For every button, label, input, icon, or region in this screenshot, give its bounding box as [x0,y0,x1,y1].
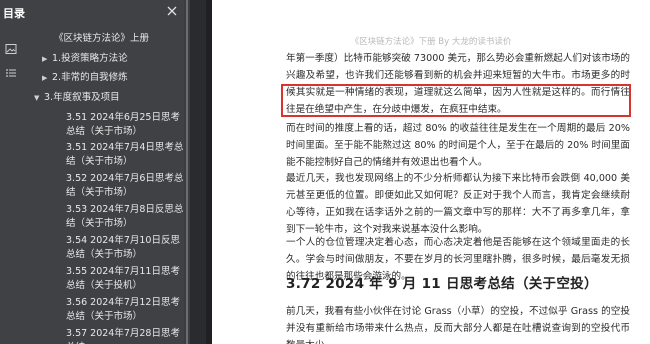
toc-item-chapter-1[interactable]: ▶ 1.投资策略方法论 [42,52,128,66]
paragraph: 而在时间的推度上看的话，超过 80% 的收益往往是发生在一个周期的最后 20% … [286,123,630,168]
toc-item-label: 3.57 2024年7月28日思考总结 [66,328,180,344]
highlight-box [281,84,631,117]
list-icon[interactable] [5,64,17,77]
sidebar-title: 目录 [3,7,25,20]
toc-item-3-55[interactable]: 3.55 2024年7月11日思考总结（关于投机） [66,265,184,293]
toc-item-label: 3.53 2024年7月8日反思总结（关于市场） [66,204,184,229]
toc-sidebar: 目录 《区块链方法论》上册 ▶ 1.投资策略方法论 ▶ 2.非常的自我修炼 ▼ 3.年… [0,0,212,344]
running-header: 《区块链方法论》下册 By 大龙的读书读价 [350,37,512,47]
sidebar-scrollbar-thumb[interactable] [186,0,188,344]
close-icon[interactable] [164,3,180,19]
expand-arrow-icon[interactable]: ▶ [42,71,52,85]
paragraph: 前几天，我看有些小伙伴在讨论 Grass（小草）的空投，不过似乎 Grass 的… [286,306,630,344]
toc-item-book-title[interactable]: 《区块链方法论》上册 [54,32,149,46]
toc-item-3-52[interactable]: 3.52 2024年7月6日思考总结（关于市场） [66,172,184,200]
toc-item-3-51-b[interactable]: 3.51 2024年7月4日思考总结（关于市场） [66,141,184,169]
toc-item-chapter-2[interactable]: ▶ 2.非常的自我修炼 [42,71,128,85]
toc-item-label: 3.52 2024年7月6日思考总结（关于市场） [66,173,184,198]
toc-item-label: 3.年度叙事及项目 [44,92,120,103]
toc-item-3-51-a[interactable]: 3.51 2024年6月25日思考总结（关于市场） [66,111,184,139]
toc-item-label: 3.51 2024年6月25日思考总结（关于市场） [66,112,180,137]
toc-item-label: 1.投资策略方法论 [52,53,128,64]
sidebar-header: 目录 [0,0,212,24]
section-heading: 3.72 2024 年 9 月 11 日思考总结（关于空投） [286,276,598,292]
toc-item-3-54[interactable]: 3.54 2024年7月10日反思总结（关于市场） [66,234,184,262]
toc-item-3-56[interactable]: 3.56 2024年7月12日思考总结（关于市场） [66,296,184,324]
toc-item-3-57[interactable]: 3.57 2024年7月28日思考总结 [66,327,184,344]
toc-item-label: 3.55 2024年7月11日思考总结（关于投机） [66,266,180,291]
sidebar-rail [0,30,22,344]
toc-item-chapter-3[interactable]: ▼ 3.年度叙事及项目 [34,91,120,105]
image-icon[interactable] [5,40,17,54]
paragraph: 最近几天，我也发现网络上的不少分析师都认为接下来比特币会跌倒 40,000 美元… [286,173,630,235]
toc-item-label: 3.54 2024年7月10日反思总结（关于市场） [66,235,180,260]
toc-item-label: 2.非常的自我修炼 [52,72,128,83]
document-page: 《区块链方法论》下册 By 大龙的读书读价 年第一季度）比特币能够突破 7300… [212,0,650,344]
toc-item-label: 3.56 2024年7月12日思考总结（关于市场） [66,297,180,322]
toc-item-label: 《区块链方法论》上册 [54,33,150,44]
collapse-arrow-icon[interactable]: ▼ [34,91,44,105]
toc-item-label: 3.51 2024年7月4日思考总结（关于市场） [66,142,184,167]
expand-arrow-icon[interactable]: ▶ [42,52,52,66]
toc-item-3-53[interactable]: 3.53 2024年7月8日反思总结（关于市场） [66,203,184,231]
